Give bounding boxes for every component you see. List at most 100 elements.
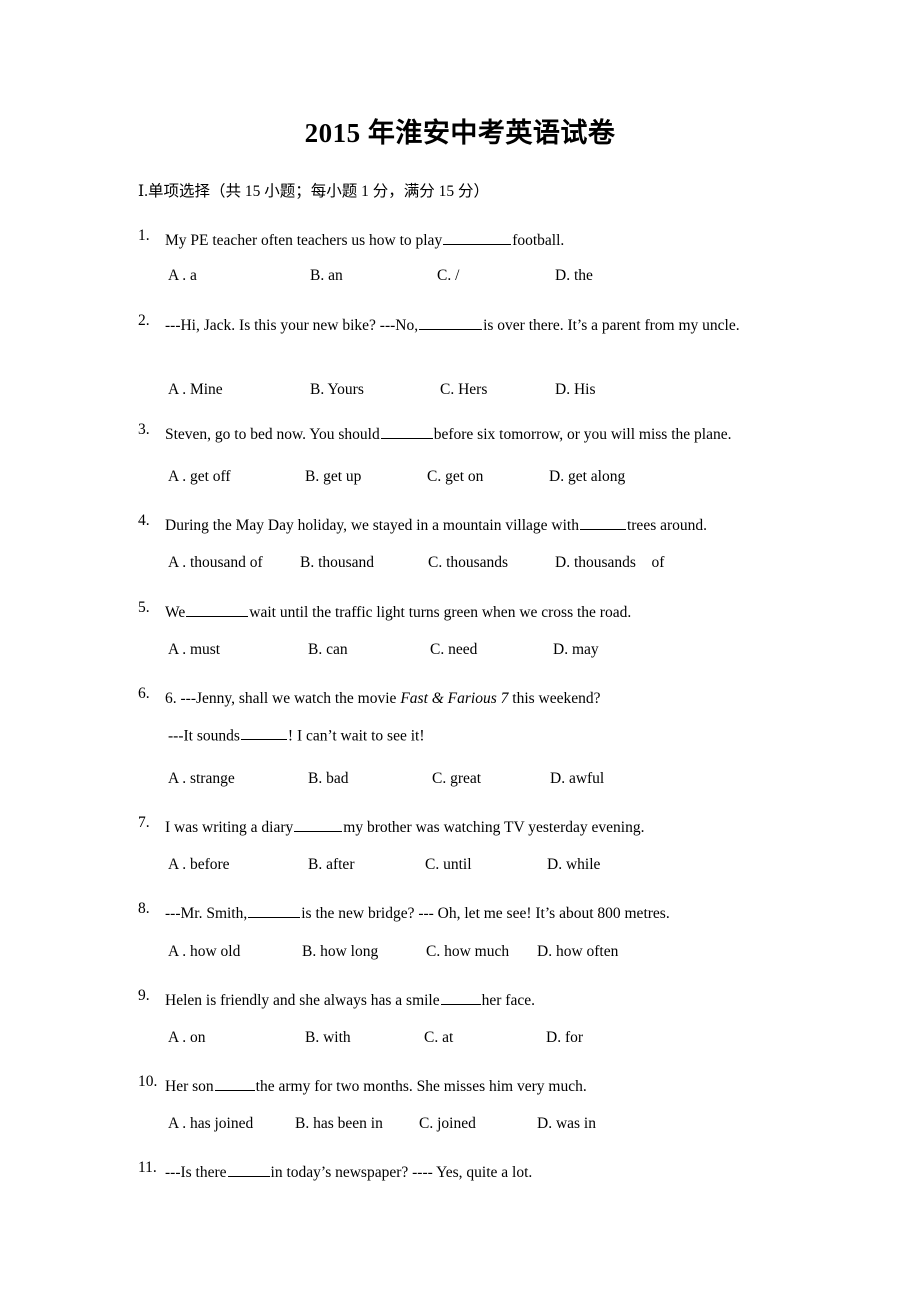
question-number: 11. (138, 1159, 157, 1176)
page-title: 2015 年淮安中考英语试卷 (304, 118, 616, 148)
stem-text-before-blank: My PE teacher often teachers us how to p… (165, 232, 443, 249)
answer-blank (248, 903, 301, 918)
answer-blank (240, 725, 287, 741)
answer-option[interactable]: D. was in (537, 1113, 596, 1135)
answer-option[interactable]: B. get up (305, 466, 361, 488)
answer-option[interactable]: A . how old (168, 941, 240, 963)
stem-text-after-blank: wait until the traffic light turns green… (249, 604, 632, 621)
option-row: A . a B. an C. / D. the (0, 265, 920, 287)
option-row: A . strange B. bad C. great D. awful (0, 768, 920, 790)
answer-option[interactable]: B. can (308, 639, 348, 661)
question-stem: My PE teacher often teachers us how to p… (165, 225, 783, 256)
answer-option[interactable]: A . a (168, 265, 197, 287)
answer-option[interactable]: D. the (555, 265, 593, 287)
answer-blank (214, 1076, 255, 1091)
stem-text-after-blank: my brother was watching TV yesterday eve… (343, 819, 645, 836)
answer-option[interactable]: B. Yours (310, 379, 364, 401)
document-page: 2015 年淮安中考英语试卷 Ⅰ.单项选择（共 15 小题；每小题 1 分，满分… (0, 0, 920, 1302)
question-number: 3. (138, 421, 150, 438)
answer-option[interactable]: B. an (310, 265, 343, 287)
answer-option[interactable]: A . thousand of (168, 552, 263, 574)
stem-text-after-blank: is the new bridge? --- Oh, let me see! I… (301, 905, 670, 922)
answer-option[interactable]: B. with (305, 1027, 351, 1049)
stem-text-after-blank: this weekend? (512, 690, 601, 707)
option-row: A . must B. can C. need D. may (0, 639, 920, 661)
answer-option[interactable]: A . before (168, 854, 230, 876)
stem-text-before-blank: I was writing a diary (165, 819, 294, 836)
answer-option[interactable]: B. thousand (300, 552, 374, 574)
answer-option[interactable]: D. awful (550, 768, 604, 790)
question-number: 4. (138, 512, 150, 529)
answer-option[interactable]: C. great (432, 768, 481, 790)
answer-option[interactable]: C. get on (427, 466, 483, 488)
stem-text-before-blank: Her son (165, 1078, 214, 1095)
answer-option[interactable]: C. how much (426, 941, 509, 963)
stem-text-after-blank: her face. (481, 992, 535, 1009)
stem-text-after-blank: before six tomorrow, or you will miss th… (433, 426, 732, 443)
answer-option[interactable]: A . strange (168, 768, 235, 790)
question-number: 7. (138, 814, 150, 831)
answer-option[interactable]: C. until (425, 854, 472, 876)
answer-option[interactable]: B. bad (308, 768, 348, 790)
stem-text-before-blank: We (165, 604, 186, 621)
answer-option[interactable]: D. how often (537, 941, 618, 963)
stem-text-before-blank: ---Mr. Smith, (165, 905, 248, 922)
question-stem: I was writing a diary my brother was watc… (165, 812, 783, 843)
question-stem: ---Is there in today’s newspaper? ---- Ye… (165, 1157, 783, 1188)
stem-text-before-blank: Steven, go to bed now. You should (165, 426, 380, 443)
stem-text-after-blank: the army for two months. She misses him … (255, 1078, 587, 1095)
question-number: 8. (138, 900, 150, 917)
answer-option[interactable]: D. while (547, 854, 600, 876)
answer-option[interactable]: D. for (546, 1027, 583, 1049)
question-number: 10. (138, 1073, 158, 1090)
question-number: 1. (138, 227, 150, 244)
answer-option[interactable]: D. may (553, 639, 599, 661)
answer-option[interactable]: C. at (424, 1027, 453, 1049)
option-row: A . has joined B. has been in C. joined D. … (0, 1113, 920, 1135)
stem-text-after-blank: ! I can’t wait to see it! (287, 727, 425, 745)
answer-option[interactable]: B. has been in (295, 1113, 383, 1135)
stem-text-before-blank: Helen is friendly and she always has a s… (165, 992, 440, 1009)
option-row: A . before B. after C. until D. while (0, 854, 920, 876)
answer-option[interactable]: B. how long (302, 941, 378, 963)
question-stem: During the May Day holiday, we stayed in… (165, 510, 783, 541)
answer-option[interactable]: A . Mine (168, 379, 223, 401)
answer-blank (579, 515, 626, 530)
question-stem: Helen is friendly and she always has a s… (165, 985, 783, 1016)
answer-blank (440, 990, 481, 1005)
stem-text-before-blank: ---It sounds (168, 727, 240, 745)
answer-option[interactable]: C. need (430, 639, 477, 661)
question-stem: 6. ---Jenny, shall we watch the movie Fa… (165, 683, 783, 714)
stem-text-after-blank: football. (512, 232, 565, 249)
answer-option[interactable]: D. His (555, 379, 595, 401)
answer-blank (227, 1162, 270, 1177)
question-stem: ---Mr. Smith, is the new bridge? --- Oh, … (165, 898, 783, 929)
answer-blank (294, 817, 343, 832)
option-row: A . get off B. get up C. get on D. get alon… (0, 466, 920, 488)
question-stem: Steven, go to bed now. You should before … (165, 419, 783, 450)
stem-text-before-blank: ---Is there (165, 1164, 227, 1181)
option-row: A . Mine B. Yours C. Hers D. His (0, 379, 920, 401)
stem-text-after-blank: is over there. It’s a parent from my unc… (483, 317, 740, 334)
answer-option[interactable]: D. thousands of (555, 552, 664, 574)
answer-option[interactable]: C. Hers (440, 379, 487, 401)
answer-option[interactable]: D. get along (549, 466, 625, 488)
answer-option[interactable]: A . get off (168, 466, 231, 488)
answer-option[interactable]: C. thousands (428, 552, 508, 574)
stem-text-after-blank: in today’s newspaper? ---- Yes, quite a … (270, 1164, 533, 1181)
option-row: A . how old B. how long C. how much D. how … (0, 941, 920, 963)
stem-text-after-blank: trees around. (626, 517, 708, 534)
answer-option[interactable]: A . must (168, 639, 220, 661)
answer-option[interactable]: B. after (308, 854, 354, 876)
section-heading: Ⅰ.单项选择（共 15 小题；每小题 1 分，满分 15 分） (138, 183, 489, 200)
question-number: 9. (138, 987, 150, 1004)
answer-option[interactable]: C. joined (419, 1113, 476, 1135)
question-stem: Her son the army for two months. She miss… (165, 1071, 783, 1102)
stem-text-before-blank: During the May Day holiday, we stayed in… (165, 517, 579, 534)
answer-option[interactable]: A . on (168, 1027, 205, 1049)
movie-title-italic: Fast & Farious 7 (400, 690, 509, 707)
answer-option[interactable]: A . has joined (168, 1113, 253, 1135)
answer-option[interactable]: C. / (437, 265, 459, 287)
question-number: 6. (138, 685, 150, 702)
answer-blank (380, 424, 433, 439)
